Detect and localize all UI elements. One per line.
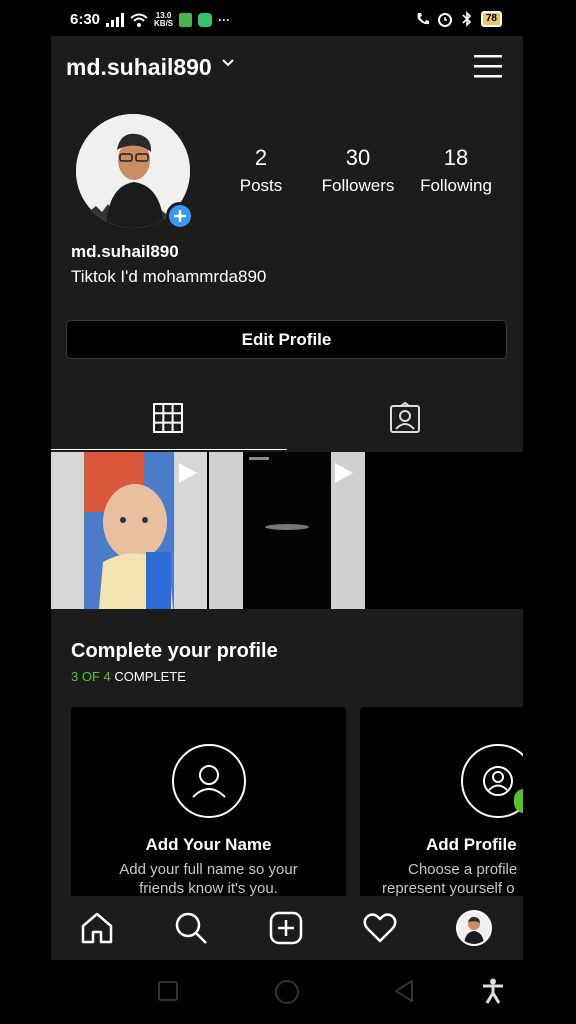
plus-icon <box>174 210 186 222</box>
play-icon <box>179 463 197 483</box>
complete-profile-title: Complete your profile <box>71 640 278 662</box>
following-label: Following <box>420 176 492 195</box>
posts-grid <box>51 452 523 609</box>
profile-tab-avatar[interactable] <box>456 910 492 946</box>
display-name: md.suhail890 <box>71 242 179 261</box>
followers-label: Followers <box>321 176 395 195</box>
bluetooth-icon <box>462 11 472 27</box>
tab-posts-grid[interactable] <box>51 390 287 450</box>
post-thumbnail[interactable] <box>209 452 365 609</box>
card-add-name[interactable]: Add Your Name Add your full name so your… <box>71 707 346 907</box>
post-thumbnail[interactable] <box>51 452 207 609</box>
home-icon[interactable] <box>79 910 115 946</box>
back-button[interactable] <box>393 979 415 1003</box>
signal-icon <box>106 12 125 27</box>
system-navigation-bar <box>51 960 523 1024</box>
more-notifications: ··· <box>218 12 231 27</box>
call-forward-icon <box>417 13 429 25</box>
profile-tabs <box>51 390 523 450</box>
network-speed: 13.0 KB/S <box>154 10 174 28</box>
heart-icon[interactable] <box>362 910 398 946</box>
grid-icon <box>153 403 183 433</box>
card-title: Add Your Name <box>145 835 272 854</box>
top-bar: md.suhail890 <box>51 36 523 100</box>
complete-profile-progress: 3 OF 4 COMPLETE <box>71 669 186 684</box>
menu-icon[interactable] <box>473 52 503 80</box>
battery-indicator: 78 <box>480 11 502 27</box>
person-circle-icon <box>172 744 246 818</box>
card-description: Choose a profile represent yourself o <box>382 861 518 897</box>
play-icon <box>335 463 353 483</box>
status-bar: 6:30 13.0 KB/S ··· 78 <box>0 0 576 40</box>
completed-check-badge <box>514 789 523 813</box>
stat-posts[interactable]: 2 Posts <box>226 144 296 198</box>
card-add-profile-photo[interactable]: Add Profile Choose a profile represent y… <box>360 707 523 907</box>
username-switcher[interactable]: md.suhail890 <box>66 54 212 81</box>
posts-count: 2 <box>254 145 268 170</box>
card-title: Add Profile <box>426 835 517 854</box>
stat-followers[interactable]: 30 Followers <box>313 144 403 198</box>
camera-circle-icon <box>461 744 523 818</box>
bio-text: Tiktok I'd mohammrda890 <box>71 267 267 286</box>
card-description: Add your full name so your friends know … <box>119 861 298 897</box>
app-notification-icon <box>179 12 193 27</box>
alarm-icon <box>437 13 452 27</box>
bottom-navigation <box>51 896 523 960</box>
followers-count: 30 <box>345 145 371 170</box>
following-count: 18 <box>443 145 469 170</box>
new-post-icon[interactable] <box>268 910 304 946</box>
home-button[interactable] <box>274 979 300 1005</box>
accessibility-icon[interactable] <box>481 978 505 1004</box>
chevron-down-icon[interactable] <box>221 56 235 70</box>
wifi-icon <box>130 13 148 27</box>
search-icon[interactable] <box>173 910 209 946</box>
stat-following[interactable]: 18 Following <box>411 144 501 198</box>
tagged-person-icon <box>390 402 420 433</box>
recents-button[interactable] <box>158 981 178 1001</box>
posts-label: Posts <box>239 176 283 195</box>
add-story-button[interactable] <box>166 202 194 230</box>
chat-notification-icon <box>198 12 213 27</box>
profile-avatar[interactable] <box>76 114 194 230</box>
tab-tagged[interactable] <box>287 390 523 450</box>
edit-profile-button[interactable]: Edit Profile <box>66 320 507 359</box>
clock: 6:30 <box>70 11 101 28</box>
profile-screen: md.suhail890 2 Posts 30 Followers 18 Fol… <box>51 36 523 960</box>
